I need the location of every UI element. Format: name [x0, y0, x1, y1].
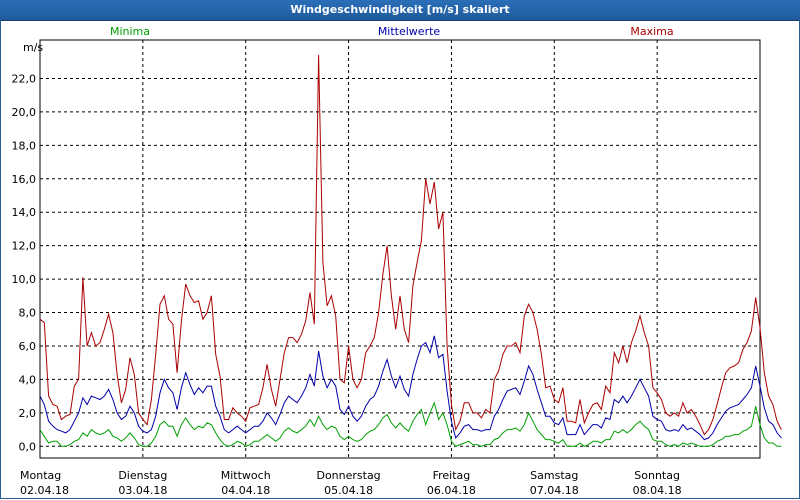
y-tick-label: 22,0	[12, 72, 37, 85]
x-tick-weekday: Samstag	[530, 469, 578, 482]
y-tick-label: 10,0	[12, 273, 37, 286]
x-tick-date: 04.04.18	[221, 484, 270, 497]
x-tick-weekday: Sonntag	[634, 469, 680, 482]
plot-area	[39, 39, 761, 459]
wind-speed-chart: m/s Minima Mittelwerte Maxima 0,02,04,06…	[12, 25, 782, 497]
x-tick-weekday: Freitag	[433, 469, 471, 482]
x-tick-date: 05.04.18	[324, 484, 373, 497]
x-tick-date: 08.04.18	[633, 484, 682, 497]
x-tick-weekday: Mittwoch	[221, 469, 271, 482]
y-tick-label: 16,0	[12, 173, 37, 186]
series-line-mittelwerte	[39, 335, 782, 441]
legend-minima: Minima	[110, 25, 150, 38]
series-line-minima	[39, 401, 782, 447]
legend-mittelwerte: Mittelwerte	[378, 25, 441, 38]
x-tick-date: 07.04.18	[530, 484, 579, 497]
y-tick-label: 4,0	[19, 373, 37, 386]
y-tick-label: 6,0	[19, 340, 37, 353]
y-tick-label: 8,0	[19, 307, 37, 320]
y-tick-label: 14,0	[12, 206, 37, 219]
x-tick-weekday: Montag	[20, 469, 61, 482]
y-tick-label: 12,0	[12, 240, 37, 253]
y-tick-label: 20,0	[12, 106, 37, 119]
y-tick-label: 2,0	[19, 407, 37, 420]
x-tick-date: 03.04.18	[118, 484, 167, 497]
legend-maxima: Maxima	[630, 25, 673, 38]
x-tick-date: 02.04.18	[20, 484, 69, 497]
x-tick-weekday: Donnerstag	[316, 469, 380, 482]
x-tick-date: 06.04.18	[427, 484, 476, 497]
y-tick-label: 0,0	[19, 440, 37, 453]
y-tick-label: 18,0	[12, 139, 37, 152]
x-tick-weekday: Dienstag	[118, 469, 167, 482]
